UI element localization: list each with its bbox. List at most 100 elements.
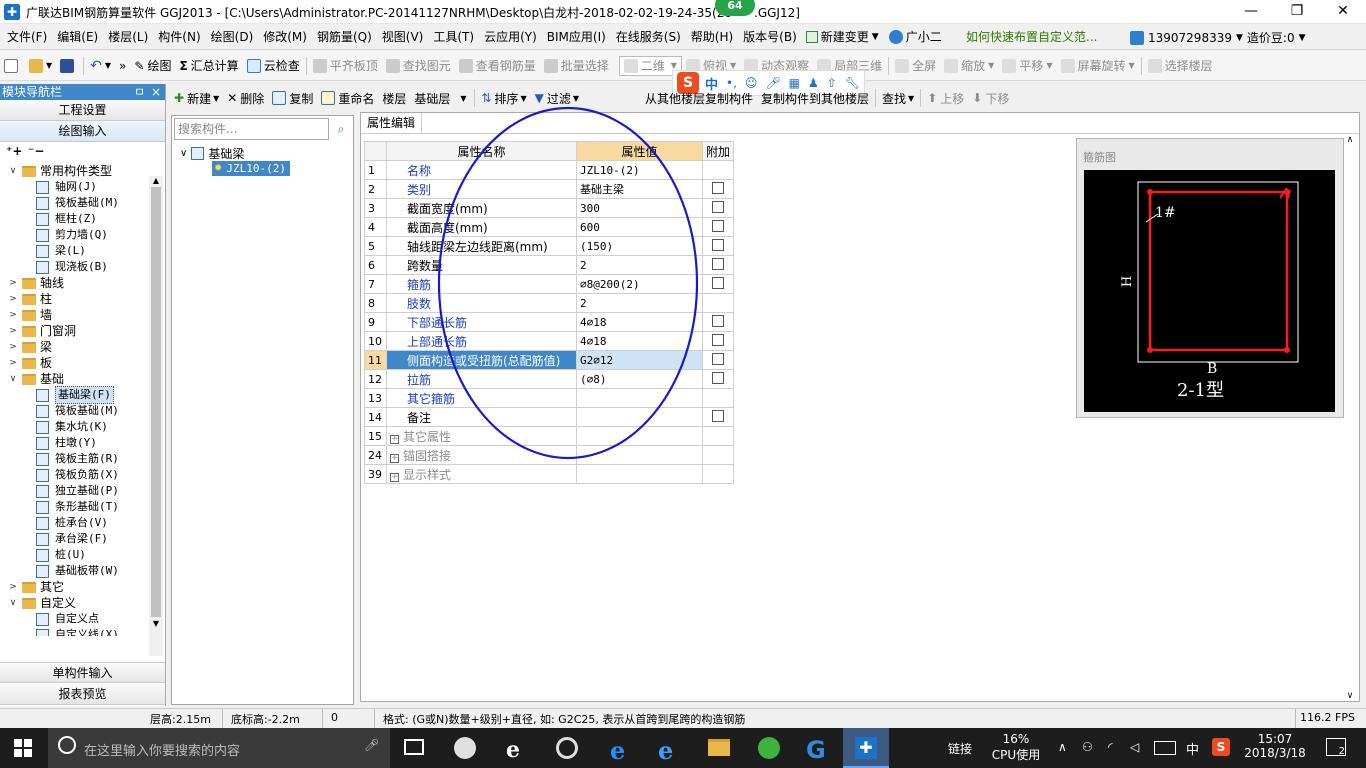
pin-icon[interactable]: ㅁ bbox=[134, 84, 145, 100]
nav-tree-item[interactable]: 基础梁(F) bbox=[30, 386, 114, 404]
tray-expand-icon[interactable]: ∧ bbox=[1058, 740, 1067, 754]
clock[interactable]: 15:07 2018/3/18 bbox=[1242, 732, 1308, 760]
nav-tree-item[interactable]: 剪力墙(Q) bbox=[30, 227, 108, 243]
view-rebar-button[interactable]: 查看钢筋量 bbox=[455, 52, 540, 80]
expand-all-icon[interactable]: ⁺+ bbox=[6, 144, 22, 158]
menu-item[interactable]: 构件(N) bbox=[153, 24, 205, 50]
menu-item[interactable]: BIM应用(I) bbox=[542, 24, 611, 50]
task-view-icon[interactable] bbox=[404, 739, 424, 755]
menu-item[interactable]: 文件(F) bbox=[2, 24, 52, 50]
nav-tree-item[interactable]: 条形基础(T) bbox=[30, 499, 119, 515]
drawing-input-button[interactable]: 绘图输入 bbox=[0, 121, 165, 142]
nav-folder[interactable]: > 柱 bbox=[8, 291, 52, 307]
explorer-app-icon[interactable] bbox=[708, 739, 730, 756]
menu-item[interactable]: 工具(T) bbox=[428, 24, 479, 50]
nav-tree-item[interactable]: 轴网(J) bbox=[30, 179, 97, 195]
scroll-up-icon[interactable]: ∧ bbox=[1343, 135, 1357, 145]
nav-tree-item[interactable]: 桩承台(V) bbox=[30, 515, 108, 531]
menu-item[interactable]: 视图(V) bbox=[377, 24, 429, 50]
nav-tree-item[interactable]: 框柱(Z) bbox=[30, 211, 97, 227]
nav-tree-item[interactable]: 筏板基础(M) bbox=[30, 403, 119, 419]
close-button[interactable]: ✕ bbox=[1320, 0, 1366, 24]
nav-folder[interactable]: > 板 bbox=[8, 355, 52, 371]
extra-checkbox[interactable] bbox=[712, 257, 724, 270]
ie-app-icon[interactable]: e bbox=[506, 737, 520, 763]
menu-item[interactable]: 修改(M) bbox=[258, 24, 312, 50]
menu-item[interactable]: 楼层(L) bbox=[103, 24, 153, 50]
scroll-thumb[interactable] bbox=[151, 187, 161, 617]
extra-checkbox[interactable] bbox=[712, 409, 724, 422]
nav-tree-item[interactable]: 柱墩(Y) bbox=[30, 435, 97, 451]
nav-tree-item[interactable]: 现浇板(B) bbox=[30, 259, 108, 275]
wifi-icon[interactable]: ◜ bbox=[1108, 740, 1113, 754]
extra-checkbox[interactable] bbox=[712, 219, 724, 232]
nav-tree-item[interactable]: 承台梁(F) bbox=[30, 531, 108, 547]
undo-button[interactable]: ↶ ▼ bbox=[86, 52, 115, 80]
expand-icon[interactable]: + bbox=[390, 472, 399, 482]
nav-close-icon[interactable]: × bbox=[151, 84, 161, 100]
nav-folder[interactable]: ∨ 常用构件类型 bbox=[8, 163, 112, 179]
chevron-right-icon[interactable]: > bbox=[8, 323, 18, 339]
open-button[interactable]: ▼ bbox=[25, 52, 56, 80]
scroll-down-icon[interactable]: ▼ bbox=[149, 619, 163, 628]
people-icon[interactable]: ⚇ bbox=[1082, 740, 1093, 754]
search-input[interactable]: 搜索构件... bbox=[174, 118, 329, 140]
single-input-button[interactable]: 单构件输入 bbox=[0, 662, 165, 683]
nav-tree-item[interactable]: 梁(L) bbox=[30, 243, 86, 259]
link-toolbar[interactable]: 链接 bbox=[948, 740, 972, 757]
tree-item-jzl10[interactable]: ✹ JZL10-(2) bbox=[212, 161, 290, 176]
chevron-right-icon[interactable]: > bbox=[8, 307, 18, 323]
project-settings-button[interactable]: 工程设置 bbox=[0, 100, 165, 121]
menu-item[interactable]: 在线服务(S) bbox=[611, 24, 686, 50]
fan-app-icon[interactable] bbox=[454, 737, 476, 759]
nav-tree-item[interactable]: 自定义线(X) bbox=[30, 627, 119, 636]
summary-button[interactable]: Σ 汇总计算 bbox=[175, 52, 242, 80]
select-floor-button[interactable]: 选择楼层 bbox=[1144, 52, 1217, 80]
nav-tree-item[interactable]: 集水坑(K) bbox=[30, 419, 108, 435]
user-account[interactable]: 13907298339 ▼ 造价豆:0 ▼ bbox=[1130, 29, 1306, 46]
new-component-button[interactable]: ✚ 新建 ▼ bbox=[170, 84, 223, 112]
ggj-active-app[interactable]: ✚ bbox=[843, 728, 889, 768]
prop-scrollbar[interactable]: ∧ ∨ bbox=[1343, 135, 1357, 701]
menu-item[interactable]: 绘图(D) bbox=[206, 24, 259, 50]
nav-folder[interactable]: > 轴线 bbox=[8, 275, 64, 291]
tab-property-edit[interactable]: 属性编辑 bbox=[361, 113, 423, 133]
extra-checkbox[interactable] bbox=[712, 333, 724, 346]
app-icon-circle[interactable] bbox=[556, 737, 578, 759]
extra-checkbox[interactable] bbox=[712, 238, 724, 251]
overflow-icon[interactable]: » bbox=[115, 52, 130, 80]
collapse-all-icon[interactable]: ⁻− bbox=[28, 144, 44, 158]
minimize-button[interactable]: — bbox=[1228, 0, 1274, 24]
rename-button[interactable]: 重命名 bbox=[317, 84, 378, 112]
chevron-right-icon[interactable]: > bbox=[8, 579, 18, 595]
scroll-up-icon[interactable]: ▲ bbox=[149, 176, 163, 185]
windows-start-icon[interactable] bbox=[14, 739, 32, 757]
rotate-dropdown[interactable]: 屏幕旋转 ▼ bbox=[1057, 52, 1139, 80]
new-file-button[interactable] bbox=[0, 52, 25, 80]
ie-blue-app-icon[interactable]: e bbox=[658, 736, 673, 765]
copy-button[interactable]: 复制 bbox=[268, 84, 317, 112]
tip-link[interactable]: 如何快速布置自定义范... bbox=[966, 24, 1097, 50]
chevron-right-icon[interactable]: > bbox=[8, 291, 18, 307]
find-element-button[interactable]: 查找图元 bbox=[382, 52, 455, 80]
move-down-button[interactable]: ⬇ 下移 bbox=[968, 84, 1013, 112]
menu-item[interactable]: 编辑(E) bbox=[52, 24, 103, 50]
find-button[interactable]: 查找 ▼ bbox=[878, 84, 918, 112]
menu-item[interactable]: 云应用(Y) bbox=[479, 24, 542, 50]
glodon-app-icon[interactable]: G bbox=[806, 736, 826, 764]
extra-checkbox[interactable] bbox=[712, 181, 724, 194]
extra-checkbox[interactable] bbox=[712, 276, 724, 289]
scroll-down-icon[interactable]: ∨ bbox=[1343, 691, 1357, 701]
nav-folder[interactable]: ∨ 基础 bbox=[8, 371, 64, 387]
menu-item[interactable]: 钢筋量(Q) bbox=[312, 24, 377, 50]
extra-checkbox[interactable] bbox=[712, 314, 724, 327]
chevron-right-icon[interactable]: > bbox=[8, 355, 18, 371]
nav-folder[interactable]: > 梁 bbox=[8, 339, 52, 355]
ime-indicator[interactable]: 中 bbox=[1186, 739, 1199, 758]
nav-tree-item[interactable]: 独立基础(P) bbox=[30, 483, 119, 499]
nav-folder[interactable]: > 门窗洞 bbox=[8, 323, 76, 339]
pan-dropdown[interactable]: 平移 ▼ bbox=[998, 52, 1056, 80]
nav-tree-item[interactable]: 桩(U) bbox=[30, 547, 86, 563]
batch-select-button[interactable]: 批量选择 bbox=[540, 52, 613, 80]
expand-icon[interactable]: + bbox=[390, 453, 399, 463]
